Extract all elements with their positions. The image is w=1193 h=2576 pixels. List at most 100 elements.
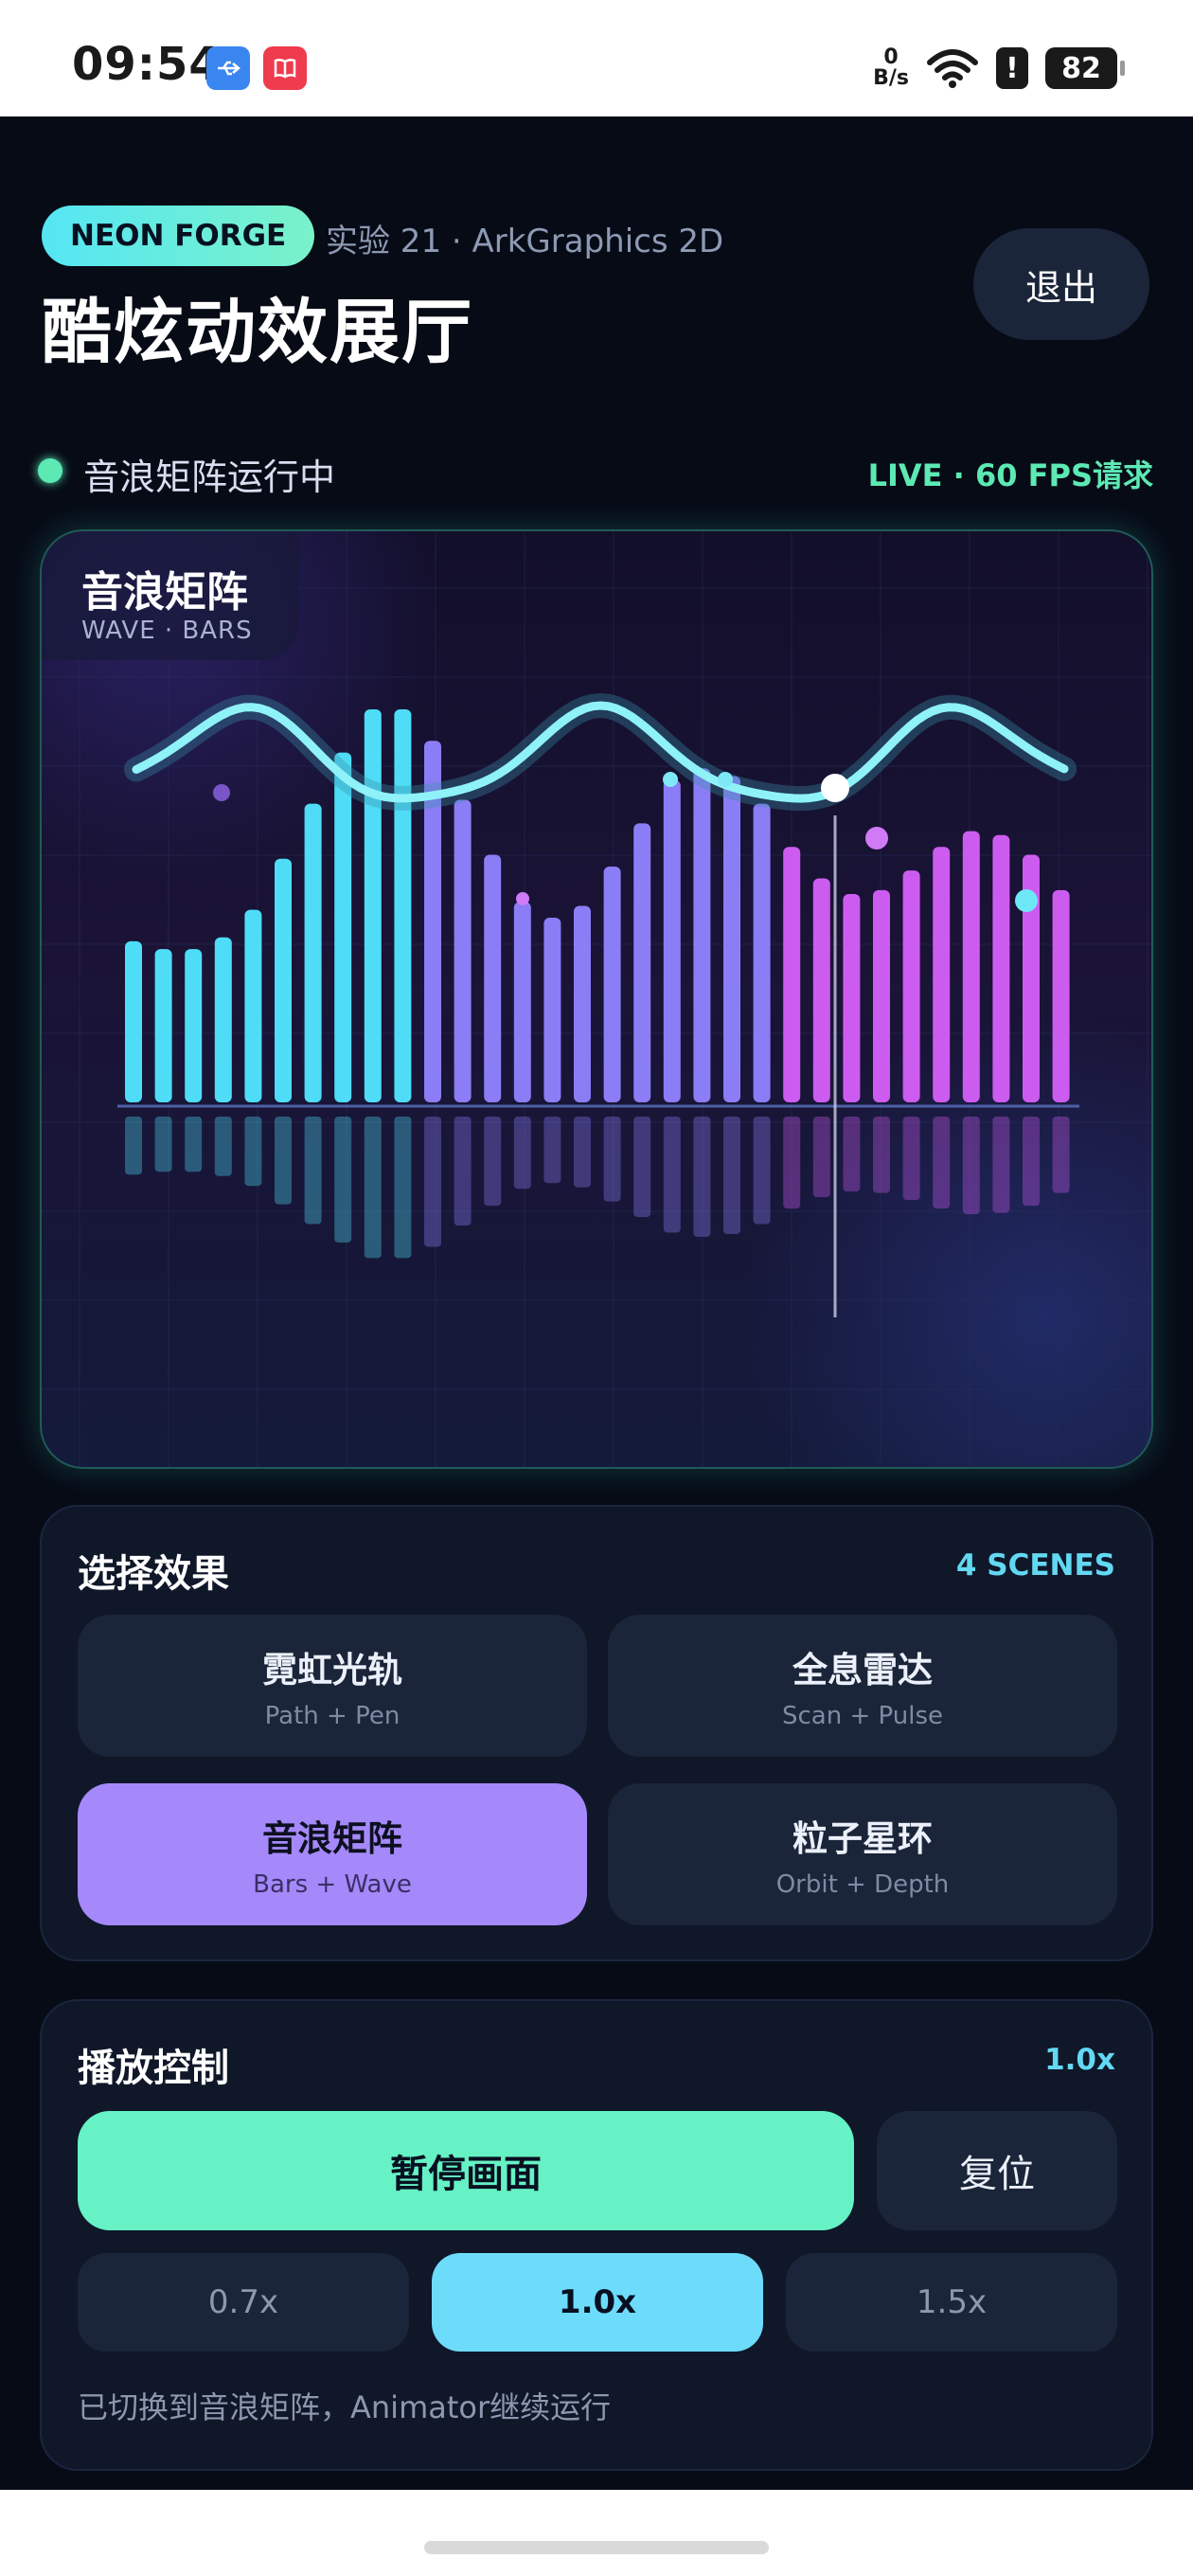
audio-bar	[125, 940, 142, 1102]
scene-count: 4 SCENES	[955, 1548, 1115, 1583]
audio-bar-reflection	[394, 1117, 412, 1259]
scene-title: 音浪矩阵	[81, 568, 248, 617]
particle-dot	[865, 827, 888, 850]
particle-dot	[663, 772, 678, 787]
audio-bar-reflection	[843, 1117, 861, 1192]
speed-option-1-0x[interactable]: 1.0x	[432, 2253, 763, 2352]
audio-bar	[275, 858, 292, 1102]
running-status-dot	[38, 458, 62, 483]
scan-head	[821, 774, 849, 802]
scene-button-tech: Bars + Wave	[253, 1870, 412, 1899]
audio-bar-reflection	[693, 1117, 711, 1237]
battery-icon: 82	[1045, 47, 1125, 89]
audio-bar-reflection	[543, 1117, 561, 1184]
wave-bars-visualization	[42, 531, 1151, 1467]
scene-button-tech: Path + Pen	[264, 1702, 401, 1730]
brand-tag: NEON FORGE	[42, 206, 315, 266]
status-time: 09:54	[72, 38, 222, 91]
audio-bar	[214, 937, 232, 1102]
audio-bar	[334, 752, 352, 1102]
scene-selector-title: 选择效果	[78, 1552, 229, 1596]
home-indicator[interactable]	[424, 2541, 769, 2554]
audio-bar	[753, 803, 771, 1102]
particle-dot	[1015, 889, 1038, 912]
audio-bar-reflection	[484, 1117, 502, 1207]
audio-bar	[185, 949, 203, 1102]
audio-bar-reflection	[154, 1117, 172, 1172]
status-icons: 0 B/s ! 82	[873, 42, 1125, 95]
running-status-text: 音浪矩阵运行中	[83, 456, 336, 498]
scene-button-particle-ring[interactable]: 粒子星环 Orbit + Depth	[608, 1783, 1117, 1925]
audio-bar-reflection	[902, 1117, 920, 1201]
audio-bar-reflection	[812, 1117, 830, 1198]
scene-button-name: 粒子星环	[792, 1818, 933, 1859]
scene-label: 音浪矩阵 WAVE · BARS	[42, 531, 299, 660]
audio-bar-reflection	[1023, 1117, 1040, 1207]
alert-icon: !	[996, 47, 1028, 89]
exit-button[interactable]: 退出	[973, 228, 1149, 340]
audio-bar-reflection	[723, 1117, 740, 1235]
audio-bar-reflection	[663, 1117, 681, 1233]
particle-dot	[718, 772, 733, 787]
audio-bar-reflection	[334, 1117, 352, 1243]
audio-bar	[633, 823, 651, 1102]
live-fps-indicator: LIVE · 60 FPS请求	[867, 457, 1153, 493]
audio-bar	[154, 949, 172, 1102]
audio-bar	[783, 847, 801, 1102]
scene-button-neon-trail[interactable]: 霓虹光轨 Path + Pen	[78, 1615, 587, 1757]
audio-bar-reflection	[304, 1117, 322, 1225]
scene-button-name: 音浪矩阵	[262, 1818, 402, 1859]
audio-bar	[812, 878, 830, 1102]
status-bar: 09:54 0 B/s ! 82	[0, 0, 1193, 116]
audio-bar	[1052, 889, 1070, 1102]
audio-bar	[663, 779, 681, 1102]
page-title: 酷炫动效展厅	[42, 292, 473, 373]
scene-button-holo-radar[interactable]: 全息雷达 Scan + Pulse	[608, 1615, 1117, 1757]
experiment-subtitle: 实验 21 · ArkGraphics 2D	[326, 223, 724, 260]
scene-button-wave-matrix[interactable]: 音浪矩阵 Bars + Wave	[78, 1783, 587, 1925]
audio-bar-reflection	[513, 1117, 531, 1190]
audio-bar	[364, 709, 382, 1102]
pause-button[interactable]: 暂停画面	[78, 2111, 854, 2230]
audio-bar-reflection	[603, 1117, 621, 1202]
navigation-area	[0, 2490, 1193, 2576]
scene-button-name: 全息雷达	[792, 1650, 933, 1690]
audio-bar-reflection	[214, 1117, 232, 1176]
scene-button-tech: Scan + Pulse	[782, 1702, 943, 1730]
audio-bar-reflection	[633, 1117, 651, 1218]
audio-bar	[513, 902, 531, 1102]
audio-bar-reflection	[424, 1117, 441, 1247]
audio-bar-reflection	[125, 1117, 142, 1175]
audio-bar-reflection	[574, 1117, 591, 1188]
network-rate-value: 0	[883, 45, 899, 69]
speed-option-0-7x[interactable]: 0.7x	[78, 2253, 409, 2352]
reset-button[interactable]: 复位	[877, 2111, 1117, 2230]
audio-bar-reflection	[753, 1117, 771, 1225]
speed-option-1-5x[interactable]: 1.5x	[786, 2253, 1117, 2352]
effect-canvas[interactable]: 音浪矩阵 WAVE · BARS	[40, 529, 1153, 1469]
audio-bar	[992, 834, 1010, 1102]
audio-bar-reflection	[992, 1117, 1010, 1213]
current-speed: 1.0x	[1044, 2043, 1115, 2077]
audio-bar	[933, 847, 951, 1102]
audio-bar	[454, 799, 472, 1102]
audio-bar	[304, 803, 322, 1102]
network-rate-unit: B/s	[873, 66, 909, 90]
wifi-icon	[927, 49, 978, 88]
playback-title: 播放控制	[78, 2047, 229, 2090]
scene-selector-card: 选择效果 4 SCENES 霓虹光轨 Path + Pen 全息雷达 Scan …	[40, 1505, 1153, 1961]
audio-bar-reflection	[454, 1117, 472, 1226]
particle-dot	[516, 892, 529, 905]
network-rate: 0 B/s	[873, 47, 909, 89]
audio-bar-reflection	[783, 1117, 801, 1209]
audio-bar-reflection	[244, 1117, 262, 1187]
audio-bar-reflection	[962, 1117, 980, 1215]
audio-bar	[902, 870, 920, 1102]
audio-bar-reflection	[873, 1117, 890, 1193]
audio-bar-reflection	[1052, 1117, 1070, 1193]
playback-control-card: 播放控制 1.0x 暂停画面 复位 0.7x 1.0x 1.5x 已切换到音浪矩…	[40, 1999, 1153, 2471]
status-log: 已切换到音浪矩阵，Animator继续运行	[78, 2389, 612, 2425]
book-icon	[263, 46, 307, 90]
audio-bar	[484, 854, 502, 1102]
audio-bar-reflection	[185, 1117, 203, 1172]
